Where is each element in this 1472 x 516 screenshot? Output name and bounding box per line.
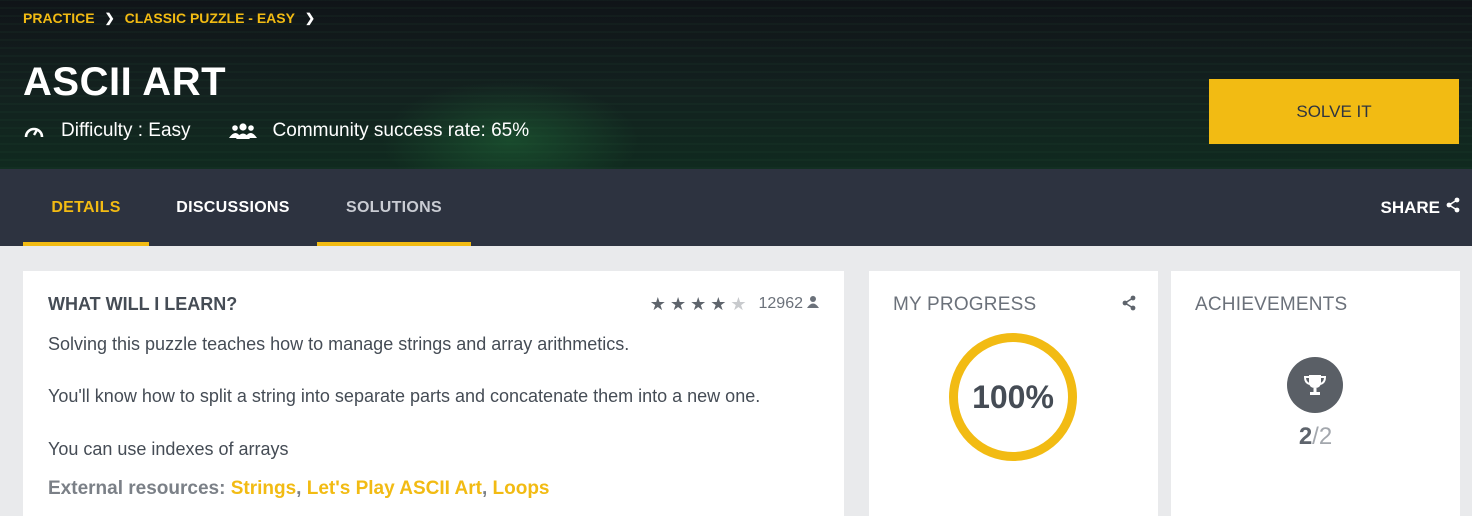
tab-discussions-label: DISCUSSIONS: [176, 198, 290, 216]
separator: ,: [296, 478, 307, 499]
difficulty-label: Difficulty : Easy: [61, 120, 191, 141]
chevron-right-icon: ❯: [304, 11, 316, 25]
active-tab-indicator: [23, 242, 149, 246]
learn-heading: WHAT WILL I LEARN?: [48, 294, 238, 314]
tab-solutions[interactable]: SOLUTIONS: [317, 169, 471, 246]
user-icon: [807, 295, 819, 313]
gauge-icon: [23, 122, 45, 140]
tab-details-label: DETAILS: [51, 198, 121, 216]
page-title: ASCII ART: [23, 60, 227, 104]
learn-paragraph: You can use indexes of arrays: [48, 439, 289, 459]
learn-paragraph: You'll know how to split a string into s…: [48, 386, 761, 406]
share-icon: [1446, 197, 1460, 218]
success-rate-label: Community success rate: 65%: [272, 120, 530, 141]
achievements-card: ACHIEVEMENTS 2/2: [1171, 271, 1460, 516]
progress-ring: 100%: [949, 333, 1077, 461]
star-icon[interactable]: ★: [670, 295, 686, 313]
star-icon[interactable]: ★: [650, 295, 666, 313]
resource-link-loops[interactable]: Loops: [493, 478, 550, 499]
rating: ★ ★ ★ ★ ★ 12962: [650, 295, 819, 313]
star-icon[interactable]: ★: [710, 295, 726, 313]
success-rate: Community success rate: 65%: [228, 120, 530, 142]
achievements-total: /2: [1312, 423, 1333, 450]
external-resources: External resources: Strings, Let's Play …: [48, 478, 550, 500]
share-icon[interactable]: [1122, 295, 1136, 316]
tab-bar: DETAILS DISCUSSIONS SOLUTIONS SHARE: [0, 169, 1472, 246]
achievements-earned: 2: [1298, 423, 1313, 450]
progress-heading: MY PROGRESS: [893, 294, 1037, 315]
star-icon[interactable]: ★: [690, 295, 706, 313]
progress-card: MY PROGRESS 100%: [869, 271, 1158, 516]
puzzle-header: PRACTICE ❯ CLASSIC PUZZLE - EASY ❯ ASCII…: [0, 0, 1472, 169]
breadcrumb: PRACTICE ❯ CLASSIC PUZZLE - EASY ❯: [23, 10, 315, 26]
share-button[interactable]: SHARE: [1380, 169, 1460, 246]
solve-it-button[interactable]: SOLVE IT: [1209, 79, 1459, 144]
share-label: SHARE: [1380, 197, 1440, 217]
tab-solutions-label: SOLUTIONS: [345, 198, 443, 216]
trophy-icon[interactable]: [1287, 357, 1343, 413]
rating-count: 12962: [758, 295, 804, 312]
resource-link-strings[interactable]: Strings: [231, 478, 296, 499]
star-icon[interactable]: ★: [730, 295, 746, 313]
resources-label: External resources:: [48, 478, 226, 499]
resource-link-lets-play-ascii-art[interactable]: Let's Play ASCII Art: [307, 478, 482, 499]
chevron-right-icon: ❯: [104, 11, 115, 25]
progress-value: 100%: [972, 378, 1054, 415]
breadcrumb-practice[interactable]: PRACTICE: [23, 10, 95, 26]
users-icon: [228, 122, 257, 140]
puzzle-meta: Difficulty : Easy Community success rate…: [23, 120, 567, 142]
tab-underline: [317, 242, 471, 246]
achievements-count: 2/2: [1171, 423, 1460, 451]
achievements-heading: ACHIEVEMENTS: [1195, 294, 1348, 315]
difficulty: Difficulty : Easy: [23, 120, 191, 142]
learn-card: WHAT WILL I LEARN? ★ ★ ★ ★ ★ 12962 Solvi…: [23, 271, 844, 516]
tab-details[interactable]: DETAILS: [23, 169, 149, 246]
breadcrumb-classic-puzzle-easy[interactable]: CLASSIC PUZZLE - EASY: [125, 10, 295, 26]
tab-discussions[interactable]: DISCUSSIONS: [149, 169, 317, 246]
separator: ,: [481, 478, 493, 499]
learn-paragraph: Solving this puzzle teaches how to manag…: [48, 334, 630, 354]
